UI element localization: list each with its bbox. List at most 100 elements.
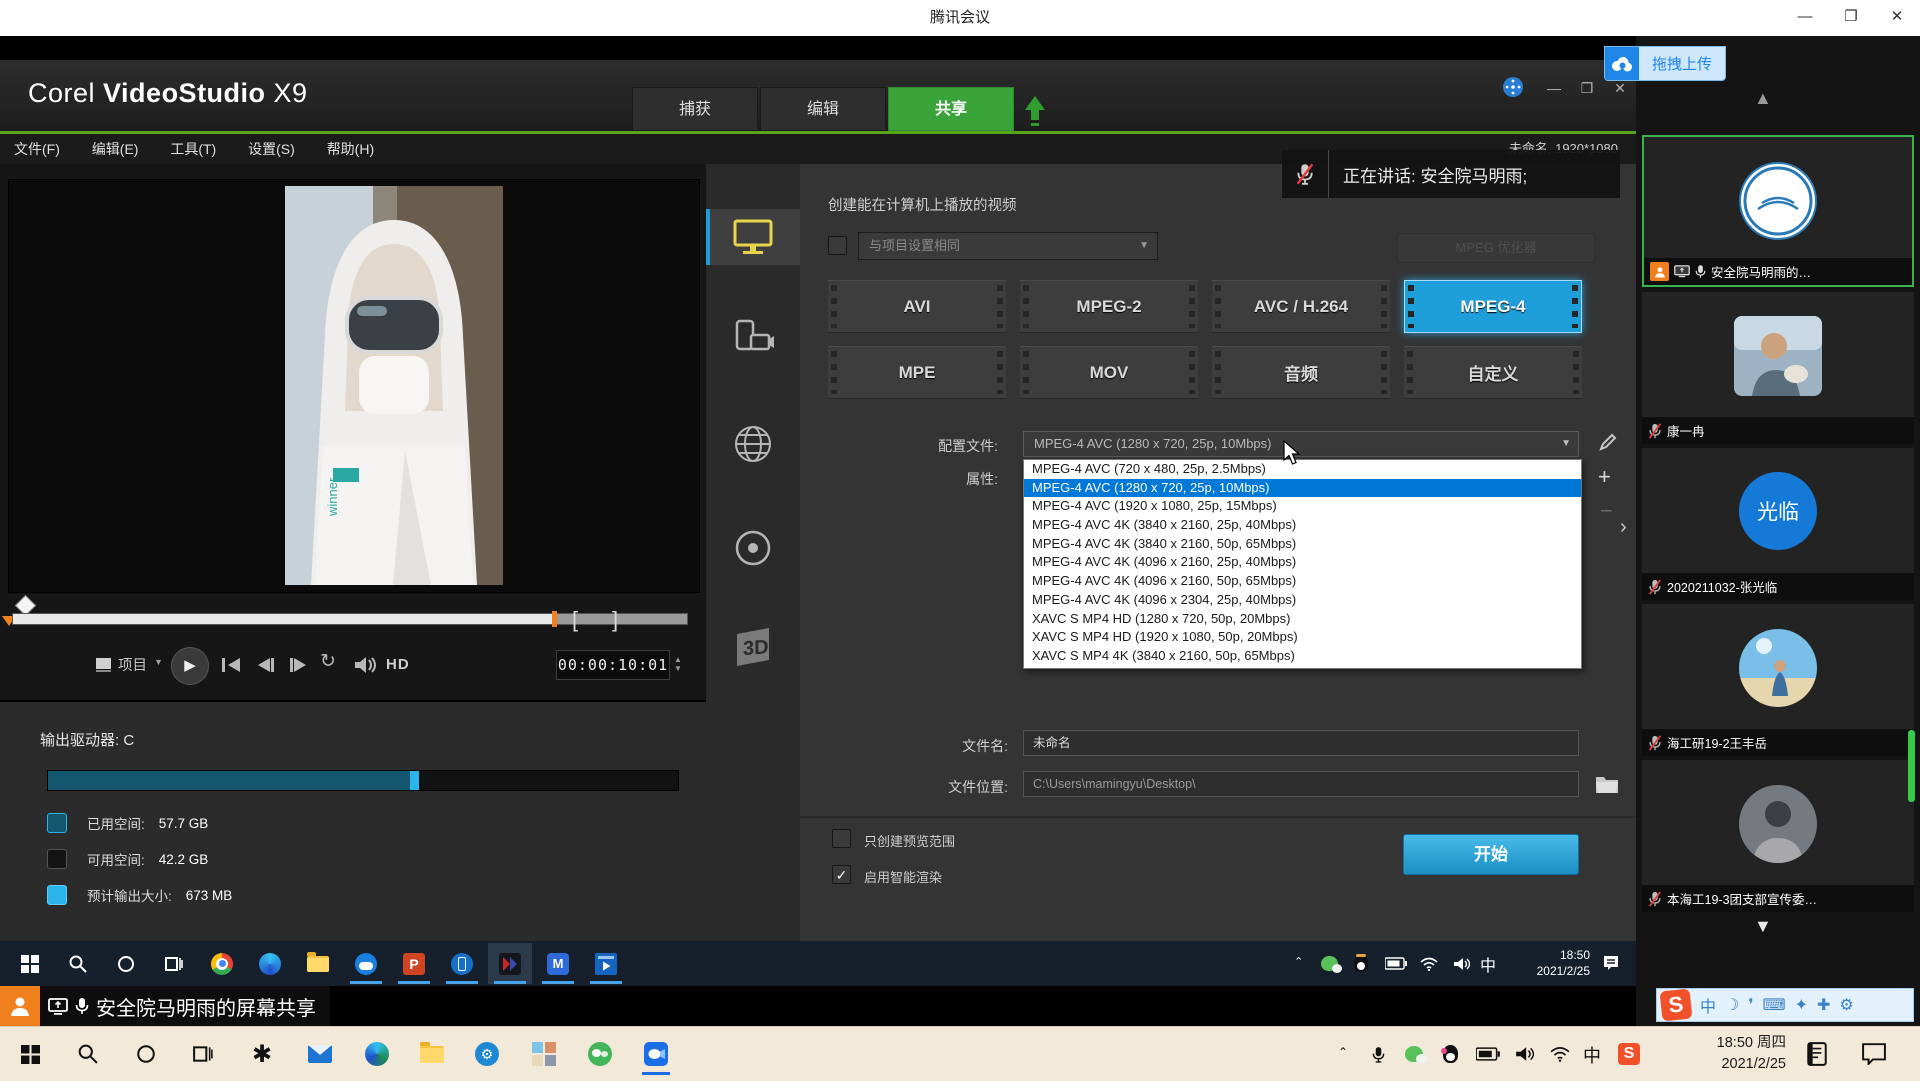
start-button-shared[interactable]: [8, 943, 52, 984]
repeat-icon[interactable]: ↻: [320, 650, 336, 673]
preview-range-checkbox[interactable]: [832, 829, 851, 848]
sidebar-scrollbar[interactable]: [1908, 730, 1915, 802]
mark-out-icon[interactable]: ]: [612, 607, 618, 633]
format-mpeg4[interactable]: MPEG-4: [1404, 280, 1582, 333]
sogou-app-icon[interactable]: ✱: [240, 1033, 284, 1075]
filename-input[interactable]: 未命名: [1023, 730, 1579, 756]
qq-tray-icon[interactable]: [1434, 1033, 1466, 1075]
seek-track[interactable]: [12, 613, 688, 625]
sogou-ime-bar[interactable]: S 中 ☽ ❜ ⌨ ✦ ✚ ⚙: [1656, 988, 1914, 1022]
format-mov[interactable]: MOV: [1020, 346, 1198, 399]
edge-icon[interactable]: [248, 943, 292, 984]
menu-tools[interactable]: 工具(T): [156, 134, 230, 164]
minimize-icon[interactable]: —: [1782, 0, 1828, 36]
browse-folder-icon[interactable]: [1594, 773, 1620, 795]
tools-app-icon[interactable]: ⚙: [465, 1033, 509, 1075]
participant-tile[interactable]: 康一冉: [1642, 292, 1914, 444]
battery-icon[interactable]: [1380, 943, 1412, 984]
ime-cn-icon[interactable]: 中: [1700, 993, 1716, 1017]
target-computer[interactable]: [706, 209, 800, 265]
edit-profile-icon[interactable]: [1598, 432, 1618, 452]
profile-option[interactable]: MPEG-4 AVC 4K (3840 x 2160, 50p, 65Mbps): [1024, 535, 1581, 554]
chrome-icon[interactable]: [200, 943, 244, 984]
trim-end-marker[interactable]: [552, 611, 557, 627]
powerpoint-icon[interactable]: P: [392, 943, 436, 984]
main-clock[interactable]: 18:50 周四2021/2/25: [1662, 1033, 1786, 1075]
videostudio-taskbar-icon[interactable]: [488, 943, 532, 984]
file-explorer-icon[interactable]: [410, 1033, 454, 1075]
toolbox-icon[interactable]: ✚: [1817, 995, 1830, 1015]
search-icon[interactable]: [56, 943, 100, 984]
start-button[interactable]: [8, 1033, 52, 1075]
shared-clock[interactable]: 18:502021/2/25: [1510, 947, 1590, 979]
win-restore-icon[interactable]: ❐: [1574, 80, 1600, 97]
menu-edit[interactable]: 编辑(E): [78, 134, 153, 164]
tray-expand-icon[interactable]: ⌃: [1338, 1045, 1348, 1059]
restore-icon[interactable]: ❐: [1828, 0, 1874, 36]
app-m-icon[interactable]: M: [536, 943, 580, 984]
format-avc[interactable]: AVC / H.264: [1212, 280, 1390, 333]
start-button[interactable]: 开始: [1403, 834, 1579, 875]
mark-in-icon[interactable]: [: [572, 607, 578, 633]
home-frame-icon[interactable]: [218, 656, 244, 674]
search-icon[interactable]: [66, 1033, 110, 1075]
format-avi[interactable]: AVI: [828, 280, 1006, 333]
wifi-icon[interactable]: [1544, 1033, 1576, 1075]
notification-icon[interactable]: [1862, 1043, 1886, 1065]
keyboard-icon[interactable]: ⌨: [1763, 995, 1786, 1015]
volume-icon[interactable]: [1446, 943, 1476, 984]
task-view-icon[interactable]: [152, 943, 196, 984]
same-as-project-checkbox[interactable]: [828, 236, 847, 255]
format-custom[interactable]: 自定义: [1404, 346, 1582, 399]
format-mpeg2[interactable]: MPEG-2: [1020, 280, 1198, 333]
wechat-work-icon[interactable]: [578, 1033, 622, 1075]
participant-tile[interactable]: 海工研19-2王丰岳: [1642, 604, 1914, 756]
sogou-tray-icon[interactable]: S: [1612, 1033, 1646, 1075]
profile-option[interactable]: XAVC S MP4 HD (1920 x 1080, 50p, 20Mbps): [1024, 628, 1581, 647]
next-frame-icon[interactable]: [286, 656, 312, 674]
location-input[interactable]: C:\Users\mamingyu\Desktop\: [1023, 771, 1579, 797]
profile-option[interactable]: MPEG-4 AVC (720 x 480, 25p, 2.5Mbps): [1024, 460, 1581, 479]
tab-capture[interactable]: 捕获: [632, 87, 758, 131]
your-phone-icon[interactable]: [440, 943, 484, 984]
settings-wrench-icon[interactable]: ⚙: [1839, 995, 1853, 1015]
edge-icon[interactable]: [355, 1033, 399, 1075]
target-3d[interactable]: 3D: [706, 619, 800, 675]
cortana-icon[interactable]: [104, 943, 148, 984]
drag-upload-button[interactable]: 拖拽上传: [1604, 46, 1726, 81]
wechat-tray-icon[interactable]: [1314, 943, 1344, 984]
profile-option[interactable]: XAVC S MP4 4K (3840 x 2160, 50p, 65Mbps): [1024, 647, 1581, 666]
project-menu[interactable]: 项目: [118, 654, 147, 675]
tab-share[interactable]: 共享: [888, 87, 1014, 131]
target-device[interactable]: [706, 310, 800, 366]
profile-option[interactable]: XAVC S MP4 HD (1280 x 720, 50p, 20Mbps): [1024, 610, 1581, 629]
menu-file[interactable]: 文件(F): [0, 134, 74, 164]
photo-collage-icon[interactable]: [522, 1033, 566, 1075]
scroll-down-icon[interactable]: ▼: [1754, 916, 1772, 937]
prev-frame-icon[interactable]: [252, 656, 278, 674]
timecode-stepper[interactable]: ▲▼: [671, 650, 685, 678]
ime-indicator[interactable]: 中: [1480, 952, 1496, 976]
ime-indicator[interactable]: 中: [1583, 1042, 1601, 1068]
skin-icon[interactable]: ✦: [1795, 995, 1808, 1015]
moon-icon[interactable]: ☽: [1725, 995, 1739, 1015]
win-close-icon[interactable]: ✕: [1607, 80, 1633, 97]
participant-tile[interactable]: 光临 2020211032-张光临: [1642, 448, 1914, 600]
profile-option[interactable]: MPEG-4 AVC (1920 x 1080, 25p, 15Mbps): [1024, 497, 1581, 516]
journal-icon[interactable]: [1806, 1042, 1828, 1066]
profile-option[interactable]: MPEG-4 AVC 4K (4096 x 2160, 50p, 65Mbps): [1024, 572, 1581, 591]
wifi-icon[interactable]: [1414, 943, 1444, 984]
menu-help[interactable]: 帮助(H): [313, 134, 388, 164]
profile-combobox[interactable]: MPEG-4 AVC (1280 x 720, 25p, 10Mbps) ▼: [1023, 431, 1579, 457]
win-minimize-icon[interactable]: —: [1541, 80, 1567, 96]
target-web[interactable]: [706, 416, 800, 472]
target-disc[interactable]: [706, 520, 800, 576]
punct-icon[interactable]: ❜: [1748, 995, 1753, 1015]
qq-browser-icon[interactable]: [344, 943, 388, 984]
add-profile-icon[interactable]: +: [1598, 464, 1611, 490]
close-icon[interactable]: ✕: [1874, 0, 1920, 36]
speaker-icon[interactable]: [352, 656, 378, 674]
hd-badge[interactable]: HD: [386, 656, 410, 673]
action-center-icon[interactable]: [1602, 954, 1620, 972]
participant-tile[interactable]: 安全院马明雨的…: [1642, 135, 1914, 287]
